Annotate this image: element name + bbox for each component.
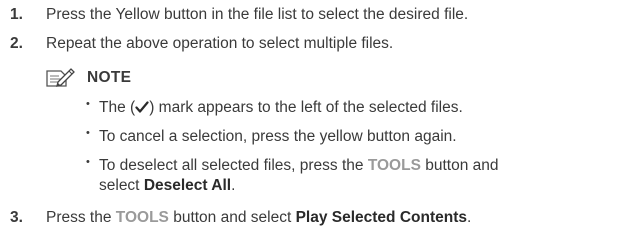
step-number: 2.: [10, 35, 23, 52]
step-number: 3.: [10, 209, 23, 226]
deselect-all-keyword: Deselect All: [143, 177, 232, 194]
bullet-text: The ( ) mark appears to the left of the s…: [99, 99, 463, 117]
bullet-text-pre: To deselect all selected files, press th…: [99, 157, 368, 174]
note-label: NOTE: [87, 69, 132, 86]
play-selected-contents-keyword: Play Selected Contents: [295, 209, 467, 226]
step-text-end: .: [466, 209, 472, 226]
step-text: Press the Yellow button in the file list…: [46, 6, 469, 23]
bullet-text-mid: button and: [420, 157, 499, 174]
step-text: Repeat the above operation to select mul…: [46, 35, 394, 52]
step-text-pre: Press the: [46, 209, 116, 226]
bullet-dot: •: [86, 156, 90, 168]
bullet-text: To deselect all selected files, press th…: [99, 157, 499, 175]
bullet-text: To cancel a selection, press the yellow …: [99, 128, 457, 145]
bullet-text-post: ) mark appears to the left of the select…: [149, 99, 463, 116]
bullet-dot: •: [86, 98, 90, 110]
tools-keyword: TOOLS: [367, 157, 421, 174]
tools-keyword: TOOLS: [115, 209, 169, 226]
pencil-note-icon: [46, 68, 75, 87]
bullet-text-continued: select Deselect All.: [99, 177, 235, 195]
checkmark-icon: [135, 101, 149, 113]
step-text: Press the TOOLS button and select Play S…: [46, 209, 471, 227]
bullet-text-pre: The (: [99, 99, 136, 116]
step-text-mid: button and select: [168, 209, 296, 226]
bullet-text-line2: select: [99, 177, 144, 194]
bullet-text-end: .: [231, 177, 236, 194]
bullet-dot: •: [86, 127, 90, 139]
step-number: 1.: [10, 6, 23, 23]
